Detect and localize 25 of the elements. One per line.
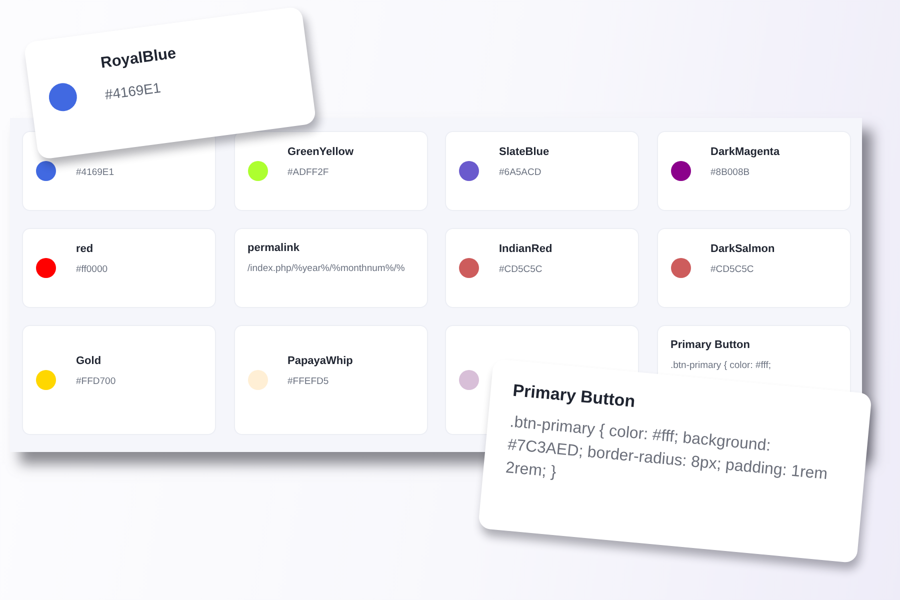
hex-code: #CD5C5C (499, 264, 544, 276)
color-name: SlateBlue (499, 146, 550, 158)
hex-code: #4169E1 (104, 78, 163, 104)
setting-name: Primary Button (670, 339, 751, 352)
setting-value: .btn-primary { color: #fff; (670, 360, 771, 372)
color-name: DarkMagenta (710, 146, 780, 158)
color-name: PapayaWhip (288, 354, 353, 368)
hex-code: #FFEFD5 (288, 376, 330, 388)
setting-value: /index.php/%year%/%monthnum%/% (248, 263, 405, 275)
hex-code: #ff0000 (76, 264, 108, 276)
color-name: Gold (76, 354, 102, 368)
hex-code: #6A5ACD (499, 166, 542, 178)
hex-code: #CD5C5C (710, 264, 755, 276)
color-name: RoyalBlue (100, 44, 178, 72)
hex-code: #8B008B (710, 166, 751, 178)
setting-name: permalink (248, 242, 300, 255)
color-name: GreenYellow (288, 146, 354, 158)
color-name: red (76, 242, 94, 256)
css-snippet: .btn-primary { color: #fff; background: #7C3AED; border-radius: 8px; padding: 1rem 2rem; } (504, 412, 830, 486)
color-name: IndianRed (499, 242, 552, 256)
hex-code: #ADFF2F (288, 166, 330, 178)
hex-code: #4169E1 (76, 166, 114, 178)
hex-code: #FFD700 (76, 376, 116, 388)
snippet-title: Primary Button (512, 380, 637, 414)
color-name: DarkSalmon (710, 242, 775, 256)
